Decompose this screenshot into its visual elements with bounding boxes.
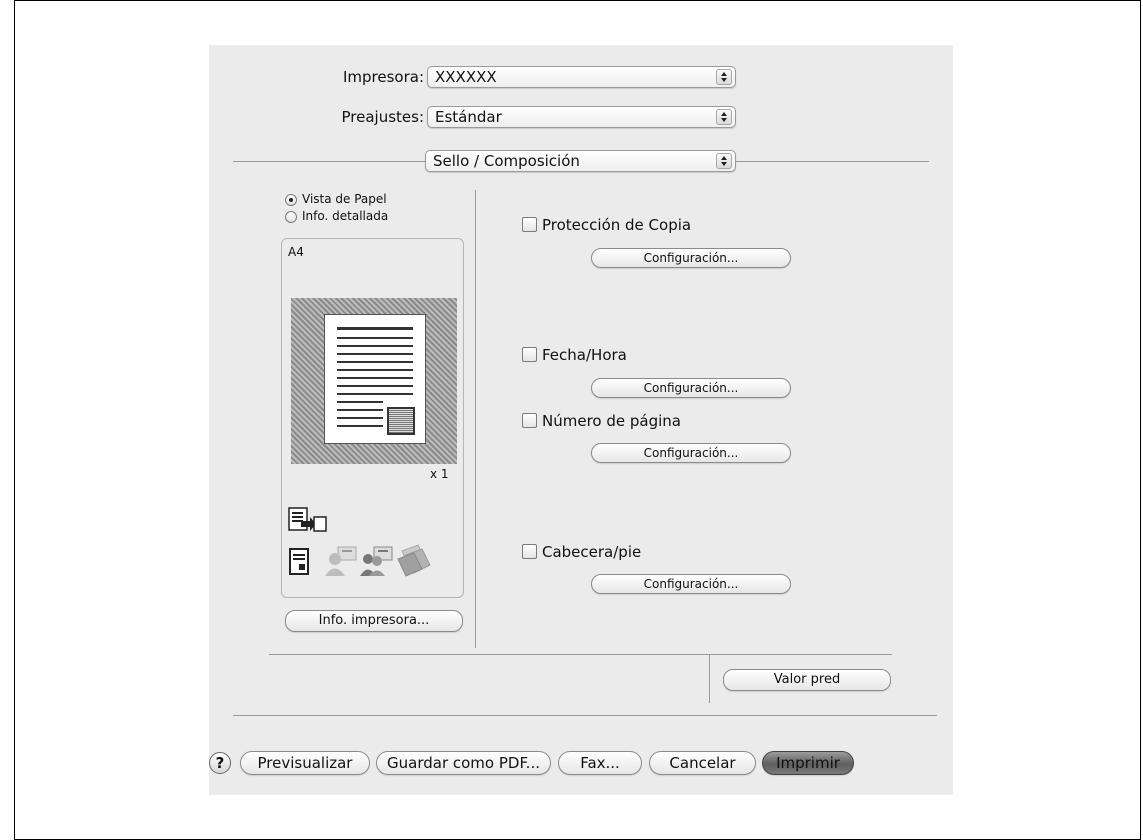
radio-vista-de-papel-label: Vista de Papel <box>302 192 387 206</box>
separator-left <box>233 161 425 162</box>
option-label-cabecera-pie: Cabecera/pie <box>542 543 642 561</box>
printer-select[interactable]: XXXXXX <box>427 66 736 88</box>
paper-size-label: A4 <box>288 245 304 259</box>
print-to-output-icon <box>288 507 327 532</box>
paper-preview-icon <box>324 314 426 444</box>
updown-arrows-icon <box>716 109 732 125</box>
radio-vista-de-papel[interactable] <box>285 194 297 206</box>
page-preview: A4 x 1 <box>281 238 464 598</box>
footer-separator <box>233 715 937 716</box>
presets-label: Preajustes: <box>341 108 424 126</box>
printer-select-value: XXXXXX <box>435 68 497 86</box>
print-dialog: Impresora: XXXXXX Preajustes: Estándar S… <box>209 45 953 795</box>
save-as-pdf-button[interactable]: Guardar como PDF... <box>376 751 551 775</box>
updown-arrows-icon <box>716 153 732 169</box>
copies-label: x 1 <box>430 467 449 481</box>
stamp-icon <box>387 407 415 435</box>
printer-info-button[interactable]: Info. impresora... <box>285 610 463 632</box>
default-values-button[interactable]: Valor pred <box>723 669 891 691</box>
option-label-fecha-hora: Fecha/Hora <box>542 346 627 364</box>
configuracion-button-cabecera-pie[interactable]: Configuración... <box>591 574 791 594</box>
option-label-proteccion-de-copia: Protección de Copia <box>542 216 692 234</box>
document-icon <box>289 548 309 575</box>
checkbox-numero-de-pagina[interactable] <box>522 413 537 428</box>
preview-area <box>291 298 457 464</box>
configuracion-button-numero-de-pagina[interactable]: Configuración... <box>591 443 791 463</box>
panel-divider <box>475 190 476 648</box>
multiple-pages-icon <box>397 544 431 577</box>
radio-info-detallada-label: Info. detallada <box>302 209 389 223</box>
default-divider <box>709 655 710 703</box>
radio-info-detallada[interactable] <box>285 211 297 223</box>
help-icon[interactable]: ? <box>209 752 231 774</box>
separator-right <box>736 161 929 162</box>
user-icon <box>325 546 357 576</box>
preview-button[interactable]: Previsualizar <box>240 751 370 775</box>
configuracion-button-fecha-hora[interactable]: Configuración... <box>591 378 791 398</box>
presets-select[interactable]: Estándar <box>427 106 736 128</box>
group-users-icon <box>360 546 393 576</box>
panel-select[interactable]: Sello / Composición <box>425 150 736 172</box>
print-button[interactable]: Imprimir <box>762 751 854 775</box>
updown-arrows-icon <box>716 69 732 85</box>
panel-select-value: Sello / Composición <box>433 152 580 170</box>
configuracion-button-proteccion-de-copia[interactable]: Configuración... <box>591 248 791 268</box>
checkbox-fecha-hora[interactable] <box>522 347 537 362</box>
option-label-numero-de-pagina: Número de página <box>542 412 681 430</box>
cancel-button[interactable]: Cancelar <box>649 751 756 775</box>
presets-select-value: Estándar <box>435 108 502 126</box>
checkbox-cabecera-pie[interactable] <box>522 544 537 559</box>
checkbox-proteccion-de-copia[interactable] <box>522 217 537 232</box>
printer-label: Impresora: <box>342 68 424 86</box>
panel-bottom-separator <box>269 654 892 655</box>
fax-button[interactable]: Fax... <box>558 751 642 775</box>
